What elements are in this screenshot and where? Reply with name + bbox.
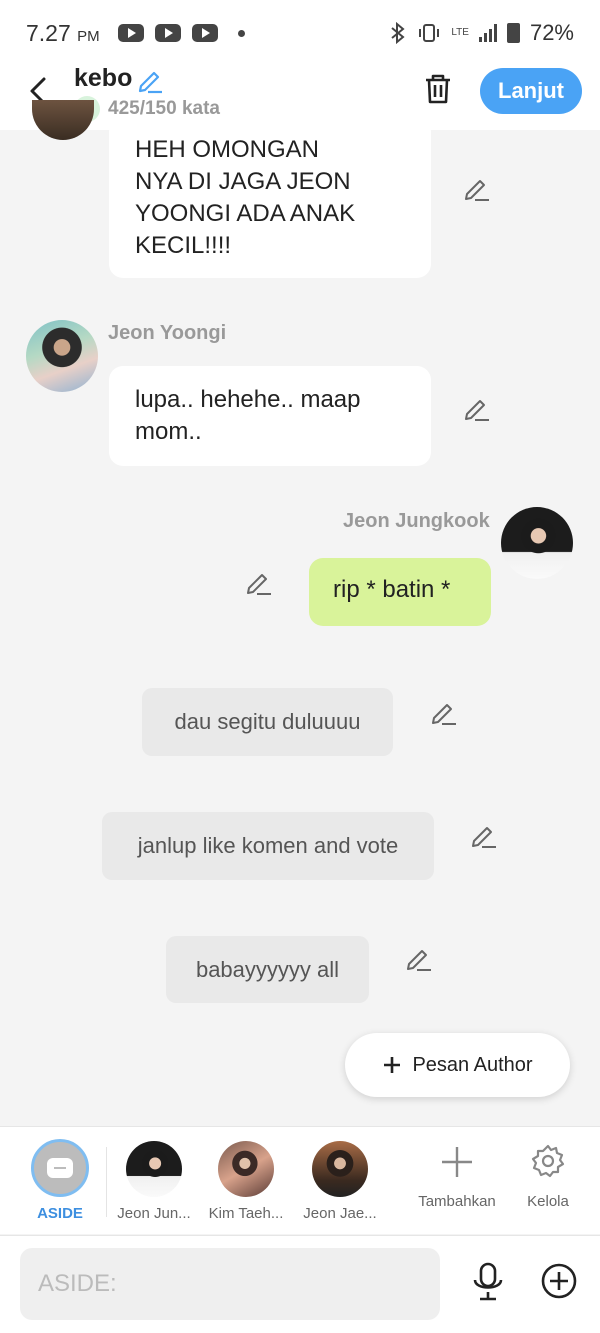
sender-name: Jeon Yoongi [108, 322, 227, 344]
word-count-text: 425/150 kata [108, 98, 220, 119]
character-jeon-jungkook[interactable]: Jeon Jun... [112, 1127, 196, 1235]
character-avatar [126, 1141, 182, 1197]
edit-message-pencil-icon[interactable] [245, 568, 273, 596]
youtube-notification-icon [118, 24, 144, 42]
character-bar: ASIDE Jeon Jun... Kim Taeh... Jeon Jae..… [0, 1126, 600, 1234]
character-kim-taehyung[interactable]: Kim Taeh... [204, 1127, 288, 1235]
manage-characters-button[interactable]: Kelola [518, 1127, 578, 1235]
aside-icon [31, 1139, 89, 1197]
jeon-jungkook-avatar [501, 507, 573, 579]
bluetooth-icon [391, 22, 405, 44]
microphone-icon[interactable] [470, 1262, 506, 1302]
plus-icon [384, 1057, 401, 1073]
character-name: Kim Taeh... [208, 1205, 284, 1222]
message-line: mom.. [135, 418, 202, 445]
add-character-button[interactable]: Tambahkan [414, 1127, 500, 1235]
add-character-label: Tambahkan [418, 1193, 496, 1210]
sender-name: Jeon Jungkook [343, 510, 490, 532]
message-line: YOONGI ADA ANAK [135, 200, 356, 227]
youtube-notification-icon [155, 24, 181, 42]
trash-icon[interactable] [422, 72, 454, 106]
edit-message-pencil-icon[interactable] [463, 394, 491, 422]
status-bar: 7.27 PM LTE 72% [0, 0, 600, 62]
add-attachment-icon[interactable] [540, 1262, 578, 1300]
chat-bubble-own[interactable]: rip * batin * [309, 558, 491, 626]
message-line: KECIL!!!! [135, 232, 232, 259]
youtube-notification-icon [192, 24, 218, 42]
narration-bubble[interactable]: janlup like komen and vote [102, 812, 434, 880]
character-avatar [32, 100, 94, 140]
edit-message-pencil-icon[interactable] [405, 944, 433, 972]
edit-message-pencil-icon[interactable] [430, 698, 458, 726]
narration-bubble[interactable]: babayyyyyy all [166, 936, 369, 1003]
narration-bubble[interactable]: dau segitu duluuuu [142, 688, 393, 756]
divider [106, 1147, 107, 1217]
character-name: Jeon Jun... [117, 1205, 191, 1222]
aside-selector[interactable]: ASIDE [28, 1127, 92, 1235]
message-input[interactable] [20, 1248, 440, 1320]
vibrate-icon [419, 24, 440, 42]
chat-bubble[interactable]: lupa.. hehehe.. maap mom.. [109, 366, 431, 466]
edit-message-pencil-icon[interactable] [470, 821, 498, 849]
gear-icon [531, 1144, 565, 1178]
story-title[interactable]: kebo [74, 64, 132, 93]
manage-characters-label: Kelola [527, 1193, 569, 1210]
status-time: 7.27 PM [26, 20, 100, 46]
character-name: Jeon Jae... [303, 1205, 377, 1222]
author-message-button[interactable]: Pesan Author [345, 1033, 570, 1097]
battery-icon [506, 23, 520, 43]
composer-bar [0, 1235, 600, 1333]
more-notifications-dot [238, 30, 245, 37]
battery-percent: 72% [529, 20, 574, 45]
aside-label: ASIDE [37, 1205, 83, 1222]
plus-icon [442, 1147, 472, 1177]
character-avatar [312, 1141, 368, 1197]
lte-label: LTE [451, 27, 469, 38]
jeon-yoongi-avatar [26, 320, 98, 392]
message-line: lupa.. hehehe.. maap [135, 386, 361, 413]
signal-icon [478, 24, 497, 42]
edit-message-pencil-icon[interactable] [463, 174, 491, 202]
message-line: HEH OMONGAN [135, 136, 320, 163]
edit-title-pencil-icon[interactable] [136, 66, 164, 94]
chat-bubble[interactable]: HEH OMONGAN NYA DI JAGA JEON YOONGI ADA … [109, 118, 431, 278]
next-button[interactable]: Lanjut [480, 68, 582, 114]
author-message-label: Pesan Author [412, 1053, 533, 1076]
message-line: NYA DI JAGA JEON [135, 168, 351, 195]
character-avatar [218, 1141, 274, 1197]
character-jeon-jaehyun[interactable]: Jeon Jae... [298, 1127, 382, 1235]
